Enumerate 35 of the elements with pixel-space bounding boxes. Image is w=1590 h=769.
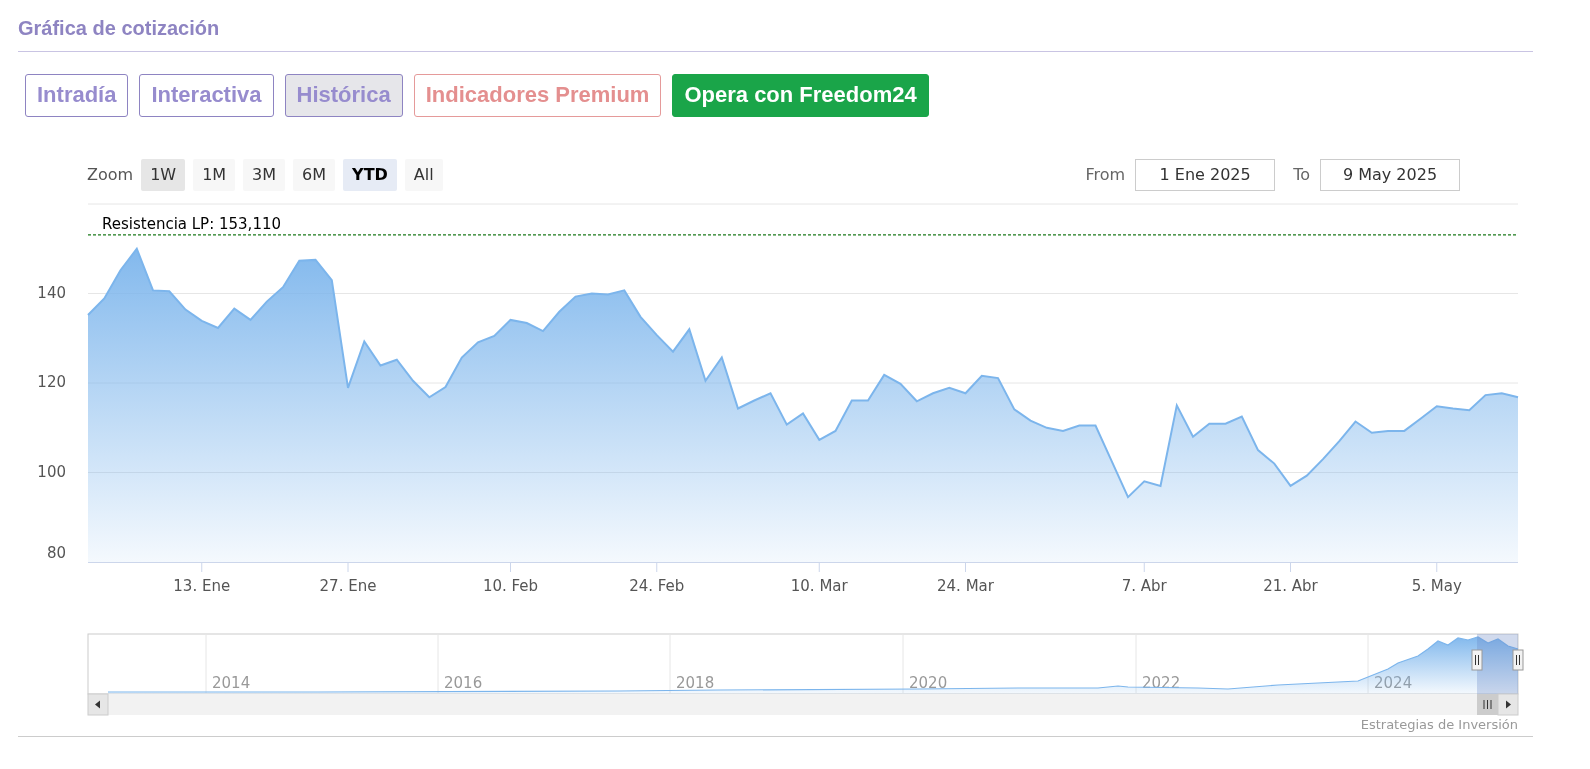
from-date-field[interactable]: 1 Ene 2025 (1135, 158, 1276, 191)
from-label: From (1085, 163, 1126, 186)
range-button[interactable]: YTD (343, 158, 397, 191)
y-axis-label: 140 (37, 283, 66, 302)
x-axis-label: 10. Mar (790, 576, 848, 595)
range-button[interactable]: 3M (243, 158, 286, 191)
x-axis-label: 24. Mar (937, 576, 994, 595)
range-button[interactable]: All (404, 158, 443, 191)
year-label: 2024 (1374, 673, 1413, 692)
section-title: Gráfica de cotización (18, 0, 1533, 52)
x-axis-label: 21. Abr (1263, 576, 1318, 595)
navigator-handle[interactable] (1471, 649, 1483, 671)
to-date-field[interactable]: 9 May 2025 (1320, 158, 1460, 191)
x-axis-label: 10. Feb (482, 576, 539, 595)
x-axis-label: 13. Ene (173, 576, 231, 595)
year-label: 2022 (1142, 673, 1181, 692)
year-label: 2018 (676, 673, 715, 692)
navigator-handle[interactable] (1512, 649, 1524, 671)
x-axis-label: 27. Ene (319, 576, 377, 595)
navigator-selection (1477, 633, 1518, 694)
zoom-label: Zoom (87, 163, 134, 186)
y-axis-label: 100 (37, 462, 66, 481)
range-button[interactable]: 6M (293, 158, 336, 191)
range-button[interactable]: 1W (141, 158, 186, 191)
x-axis-label: 5. May (1411, 576, 1462, 595)
x-axis-label: 7. Abr (1121, 576, 1167, 595)
year-label: 2014 (212, 673, 251, 692)
y-axis-label: 120 (37, 372, 66, 391)
to-label: To (1293, 163, 1310, 186)
y-axis-label: 80 (46, 543, 66, 562)
x-axis-label: 24. Feb (629, 576, 685, 595)
range-button[interactable]: 1M (193, 158, 236, 191)
resistance-label: Resistencia LP: 153,110 (102, 214, 282, 233)
year-label: 2020 (909, 673, 948, 692)
year-label: 2016 (444, 673, 483, 692)
